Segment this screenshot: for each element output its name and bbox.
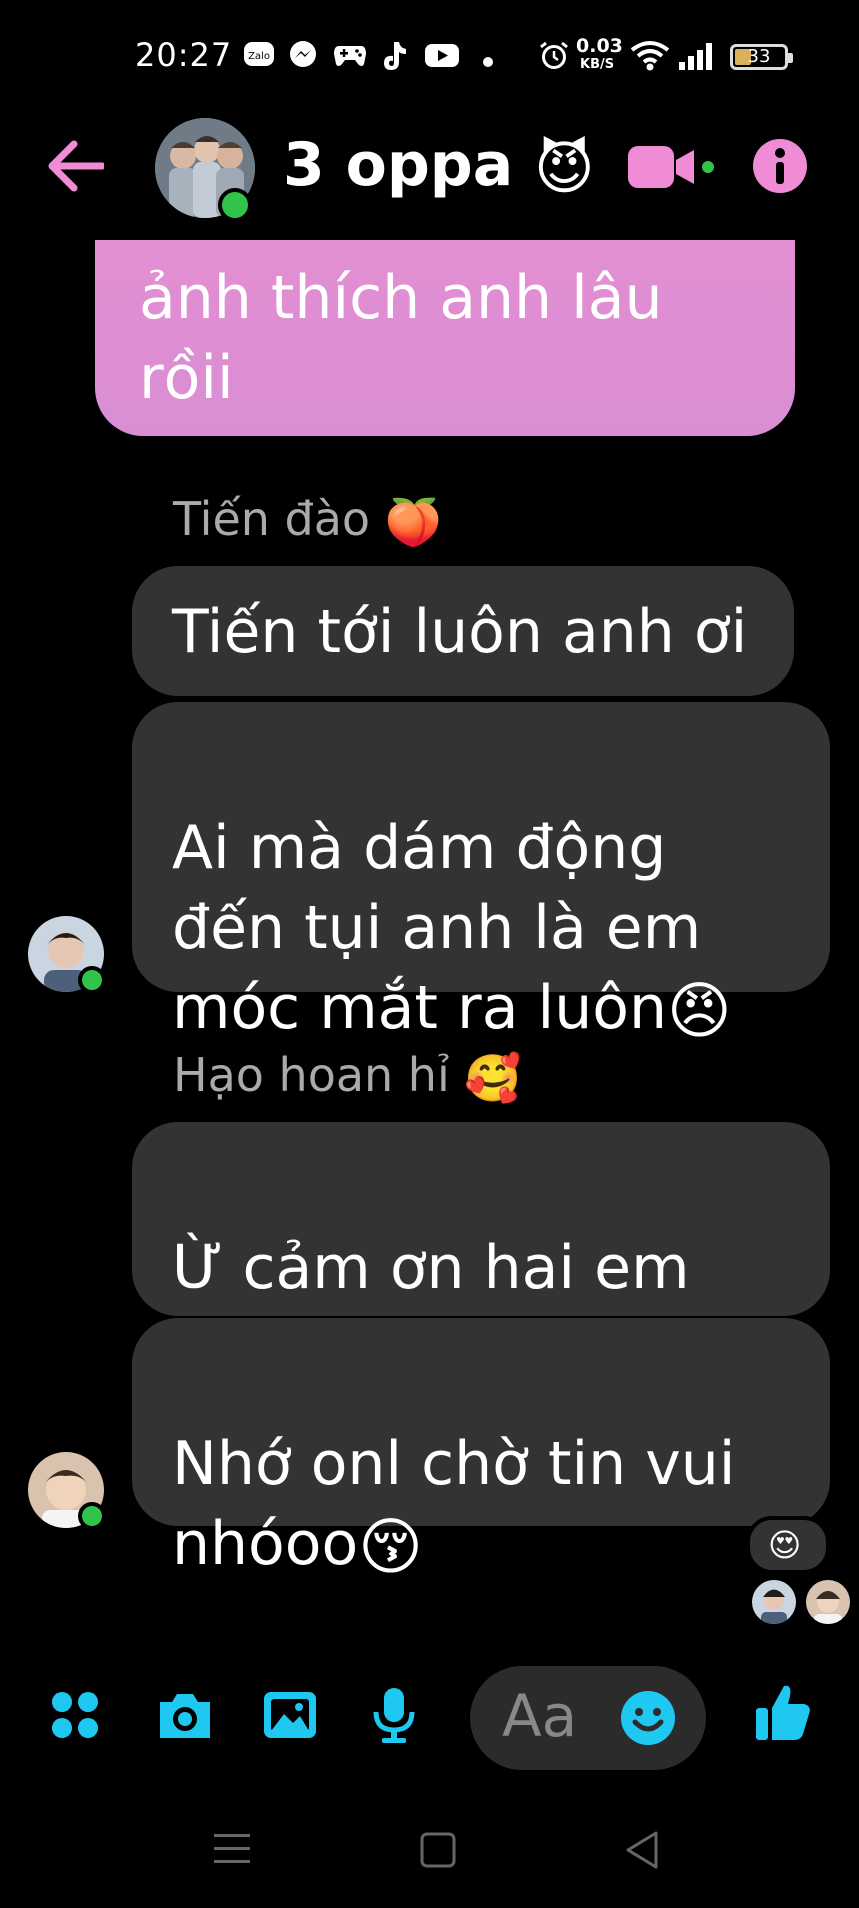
back-nav-button[interactable] [624, 1830, 660, 1874]
alarm-icon [538, 40, 570, 70]
zalo-icon: Zalo [243, 40, 275, 70]
message-text: Nhớ onl chờ tin vui nhóoo [172, 1429, 736, 1579]
sender-name: Hạo hoan hỉ 🥰 [173, 1048, 522, 1105]
back-button[interactable] [48, 140, 106, 196]
message-input-placeholder: Aa [502, 1682, 578, 1750]
svg-text:Zalo: Zalo [248, 51, 270, 62]
info-button[interactable] [752, 138, 808, 198]
seen-avatar[interactable] [752, 1580, 796, 1624]
online-indicator [218, 188, 252, 222]
chat-title[interactable]: 3 oppa 😈 [283, 130, 595, 202]
tiktok-icon [380, 40, 408, 70]
messenger-icon [288, 40, 318, 70]
devil-emoji: 😈 [534, 134, 595, 203]
message-text: Ai mà dám động đến tụi anh là em móc mắt… [172, 813, 702, 1043]
message-bubble[interactable]: Tiến tới luôn anh ơi [132, 566, 794, 696]
battery-icon: 33 [730, 44, 793, 70]
message-bubble[interactable]: Ừ cảm ơn hai em nhoo🤭 [132, 1122, 830, 1387]
emoji-picker-icon[interactable] [620, 1690, 676, 1750]
signal-icon [677, 40, 717, 70]
like-icon[interactable] [754, 1682, 812, 1746]
youtube-icon [424, 40, 460, 70]
net-speed-value: 0.03 [576, 35, 623, 57]
heart-eyes-emoji: 😍 [768, 1526, 802, 1564]
gamepad-icon [333, 40, 367, 70]
angry-emoji: 😠 [666, 974, 732, 1048]
video-call-button[interactable] [628, 144, 714, 194]
seen-avatar[interactable] [806, 1580, 850, 1624]
online-indicator [78, 1502, 106, 1530]
own-message-bubble[interactable]: ảnh thích anh lâu rồii [95, 240, 795, 436]
message-bubble[interactable]: Nhớ onl chờ tin vui nhóoo😚 [132, 1318, 830, 1583]
menu-nav-button[interactable] [214, 1832, 250, 1870]
wifi-icon [630, 40, 670, 71]
message-reaction[interactable]: 😍 [746, 1516, 830, 1574]
gallery-icon[interactable] [262, 1690, 318, 1744]
camera-icon[interactable] [156, 1690, 214, 1744]
own-message-line: ảnh thích anh lâu [139, 263, 663, 333]
online-indicator [78, 966, 106, 994]
message-bubble[interactable]: Ai mà dám động đến tụi anh là em móc mắt… [132, 702, 830, 1047]
own-message-line: rồii [139, 343, 234, 413]
dot-icon [483, 52, 493, 82]
sender-name: Tiến đào 🍑 [173, 492, 442, 549]
smiling-hearts-emoji: 🥰 [464, 1051, 522, 1105]
microphone-icon[interactable] [372, 1686, 416, 1748]
home-nav-button[interactable] [420, 1832, 456, 1872]
status-time: 20:27 [135, 36, 233, 74]
peach-emoji: 🍑 [384, 495, 442, 549]
message-input[interactable]: Aa [470, 1666, 706, 1770]
kissing-emoji: 😚 [358, 1510, 423, 1584]
net-speed-unit: KB/S [580, 57, 615, 72]
more-actions-icon[interactable] [50, 1690, 100, 1744]
message-text: Tiến tới luôn anh ơi [172, 597, 748, 667]
